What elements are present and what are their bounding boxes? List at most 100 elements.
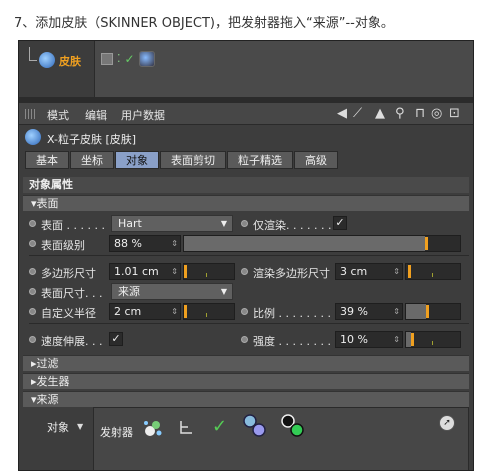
pick-object-arrow-icon[interactable]: ➚ (439, 415, 455, 431)
slider-knob[interactable] (184, 265, 187, 278)
custom-radius-value: 2 cm (114, 305, 142, 318)
render-polygon-size-value: 3 cm (340, 265, 368, 278)
spinner-icon[interactable]: ⇕ (171, 264, 178, 279)
tab-particle-select[interactable]: 粒子精选 (227, 151, 293, 169)
keyframe-dot-icon[interactable] (29, 268, 36, 275)
separator (29, 255, 469, 258)
pointer-up-icon[interactable]: ▲ (375, 106, 385, 121)
strength-label: 强度 . . . . . . . . . (253, 335, 338, 348)
object-title: X-粒子皮肤 [皮肤] (47, 133, 137, 146)
slider-knob[interactable] (408, 265, 411, 278)
spinner-icon[interactable]: ⇕ (393, 264, 400, 279)
strength-slider[interactable] (405, 331, 461, 348)
cinema4d-window: 皮肤 ⁚ ✓ 模式 编辑 用户数据 ◀ ⟋ ▲ ⚲ ⊓ ◎ ⊡ X-粒子皮肤 [… (18, 40, 474, 471)
speed-stretch-checkbox[interactable]: ✓ (109, 332, 123, 346)
surface-level-field[interactable]: 88 % ⇕ (109, 235, 181, 252)
slider-knob[interactable] (411, 333, 414, 346)
menu-userdata[interactable]: 用户数据 (121, 107, 165, 123)
surface-label: 表面 . . . . . . (41, 219, 105, 232)
dropdown-arrow-icon[interactable]: ▼ (77, 422, 83, 431)
target-icon[interactable]: ◎ (431, 106, 442, 121)
subsection-filter[interactable]: ▸过滤 (23, 355, 469, 371)
hierarchy-icon[interactable] (178, 418, 196, 438)
xparticles-skin-icon (25, 129, 41, 145)
speed-stretch-label: 速度伸展. . . (41, 335, 103, 348)
row-polygon-size: 多边形尺寸 1.01 cm ⇕ 渲染多边形尺寸 3 cm ⇕ (29, 263, 469, 281)
subsection-source[interactable]: ▾来源 (23, 391, 469, 407)
custom-radius-slider[interactable] (183, 303, 235, 320)
surface-level-label: 表面级别 (41, 239, 85, 252)
subsection-surface[interactable]: ▾表面 (23, 195, 469, 211)
render-polygon-size-label: 渲染多边形尺寸 (253, 267, 330, 280)
enabled-check-icon[interactable]: ✓ (125, 52, 135, 66)
caption-text: 7、添加皮肤（SKINNER OBJECT)，把发射器拖入“来源”--对象。 (14, 16, 394, 31)
keyframe-dot-icon[interactable] (29, 288, 36, 295)
slider-tick (432, 273, 433, 277)
row-surface-level: 表面级别 88 % ⇕ (29, 235, 469, 253)
separator (29, 323, 469, 326)
render-polygon-size-field[interactable]: 3 cm ⇕ (335, 263, 403, 280)
visibility-tag-icon[interactable] (101, 53, 113, 65)
keyframe-dot-icon[interactable] (241, 308, 248, 315)
tab-advanced[interactable]: 高级 (294, 151, 338, 169)
lock-icon[interactable]: ⊓ (415, 106, 425, 121)
render-only-checkbox[interactable]: ✓ (333, 216, 347, 230)
spinner-icon[interactable]: ⇕ (171, 236, 178, 251)
keyframe-dot-icon[interactable] (241, 336, 248, 343)
circles-green-icon[interactable] (278, 412, 308, 440)
scale-slider[interactable] (405, 303, 461, 320)
source-object-list[interactable]: 发射器 ✓ (93, 407, 469, 470)
spinner-icon[interactable]: ⇕ (393, 332, 400, 347)
scale-field[interactable]: 39 % ⇕ (335, 303, 403, 320)
back-arrow-icon[interactable]: ◀ (337, 106, 347, 121)
slider-knob[interactable] (425, 237, 428, 250)
grip-icon[interactable] (25, 109, 37, 119)
spinner-icon[interactable]: ⇕ (171, 304, 178, 319)
keyframe-dot-icon[interactable] (29, 336, 36, 343)
polygon-size-slider[interactable] (183, 263, 235, 280)
menu-mode[interactable]: 模式 (47, 107, 69, 123)
emitter-label[interactable]: 发射器 (100, 424, 133, 440)
skin-object-icon (39, 52, 55, 68)
strength-field[interactable]: 10 % ⇕ (335, 331, 403, 348)
object-manager: 皮肤 ⁚ ✓ (19, 41, 473, 97)
keyframe-dot-icon[interactable] (241, 268, 248, 275)
tab-coord[interactable]: 坐标 (70, 151, 114, 169)
skin-tag-icon[interactable] (138, 51, 155, 67)
keyframe-dot-icon[interactable] (29, 308, 36, 315)
row-speed-stretch: 速度伸展. . . ✓ 强度 . . . . . . . . . 10 % ⇕ (29, 331, 469, 349)
layer-dots-icon[interactable]: ⁚ (117, 53, 121, 65)
tab-object[interactable]: 对象 (115, 151, 159, 169)
surface-level-value: 88 % (114, 237, 142, 250)
tab-basic[interactable]: 基本 (25, 151, 69, 169)
surface-size-value: 来源 (118, 285, 140, 298)
slider-knob[interactable] (426, 305, 429, 318)
slider-knob[interactable] (184, 305, 187, 318)
subsection-generator[interactable]: ▸发生器 (23, 373, 469, 389)
keyframe-dot-icon[interactable] (29, 240, 36, 247)
dropdown-arrow-icon: ▼ (220, 219, 227, 228)
expand-icon[interactable]: ⊡ (449, 106, 460, 121)
surface-size-dropdown[interactable]: 来源 ▼ (111, 283, 233, 300)
surface-level-slider[interactable] (183, 235, 461, 252)
object-tags: ⁚ ✓ (101, 51, 155, 67)
emitter-icon (144, 421, 162, 436)
render-polygon-size-slider[interactable] (405, 263, 461, 280)
keyframe-dot-icon[interactable] (241, 220, 248, 227)
object-name[interactable]: 皮肤 (59, 53, 81, 69)
history-line-icon[interactable]: ⟋ (353, 106, 362, 121)
surface-dropdown[interactable]: Hart ▼ (111, 215, 233, 232)
polygon-size-field[interactable]: 1.01 cm ⇕ (109, 263, 181, 280)
search-icon[interactable]: ⚲ (395, 106, 405, 121)
dropdown-arrow-icon: ▼ (220, 287, 227, 296)
surface-value: Hart (118, 217, 142, 230)
menu-edit[interactable]: 编辑 (85, 107, 107, 123)
circles-blue-icon[interactable] (240, 412, 270, 440)
enabled-check-icon[interactable]: ✓ (212, 416, 227, 437)
tab-surface-clip[interactable]: 表面剪切 (160, 151, 226, 169)
tree-line (29, 47, 37, 61)
attribute-menubar: 模式 编辑 用户数据 ◀ ⟋ ▲ ⚲ ⊓ ◎ ⊡ (19, 103, 473, 125)
custom-radius-field[interactable]: 2 cm ⇕ (109, 303, 181, 320)
keyframe-dot-icon[interactable] (29, 220, 36, 227)
spinner-icon[interactable]: ⇕ (393, 304, 400, 319)
